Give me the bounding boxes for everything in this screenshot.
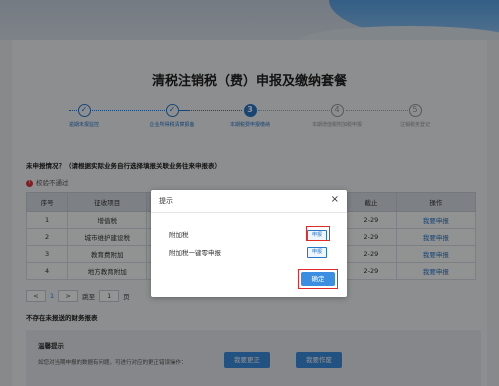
highlight-box <box>306 226 330 241</box>
highlight-box <box>298 269 338 289</box>
close-icon[interactable]: × <box>331 194 339 205</box>
prompt-dialog: 提示 × 附加税 申报 附加税一键零申报 申报 确定 <box>151 190 347 297</box>
dialog-header: 提示 × <box>151 190 347 213</box>
surtax-zero-declare-button[interactable]: 申报 <box>306 247 327 258</box>
dialog-title: 提示 <box>159 197 173 205</box>
surtax-zero-label: 附加税一键零申报 <box>169 249 221 257</box>
surtax-label: 附加税 <box>169 231 189 239</box>
